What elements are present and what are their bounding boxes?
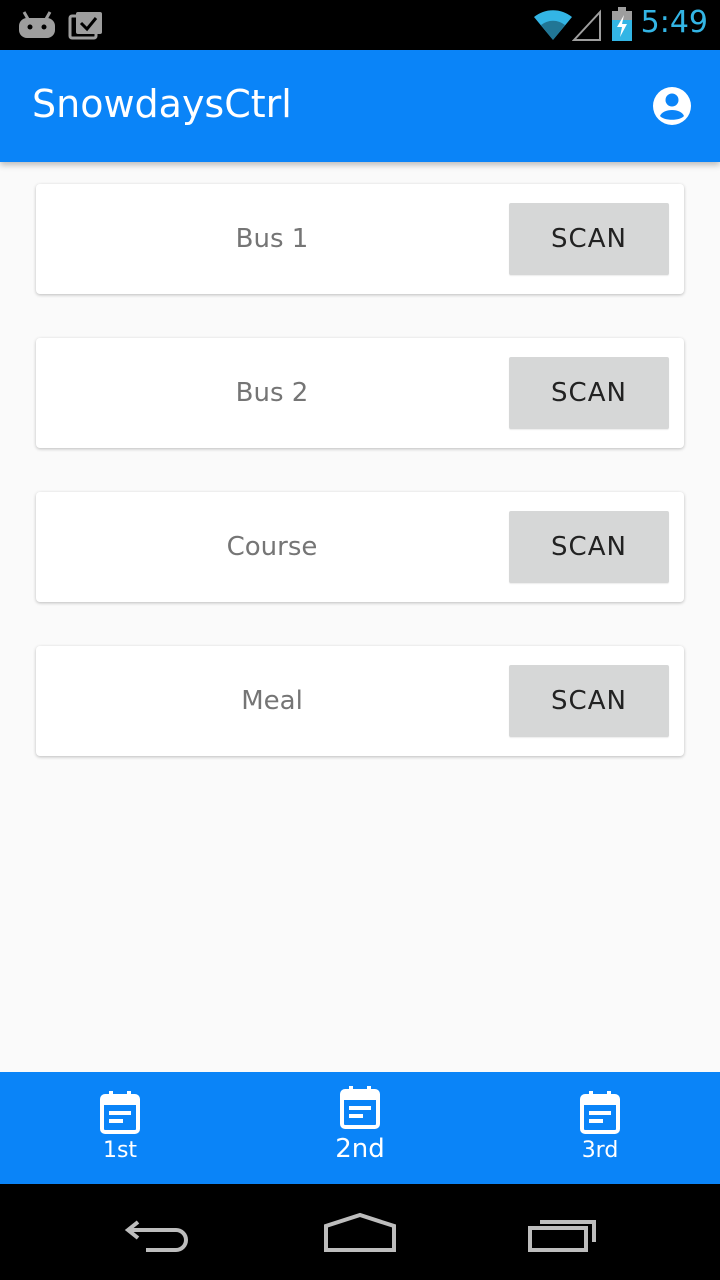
tab-label: 3rd — [581, 1138, 619, 1163]
card-label: Bus 2 — [235, 378, 309, 408]
app-title: SnowdaysCtrl — [32, 82, 292, 126]
event-note-icon — [340, 1086, 380, 1129]
clipboard-check-icon — [68, 12, 102, 40]
tab-3rd[interactable]: 3rd — [480, 1072, 720, 1184]
card-meal: Meal SCAN — [36, 646, 684, 756]
card-label: Course — [226, 532, 318, 562]
tab-label: 1st — [102, 1138, 138, 1163]
tab-label: 2nd — [335, 1134, 385, 1164]
system-navigation-bar — [0, 1184, 720, 1280]
event-note-icon — [100, 1091, 140, 1134]
wifi-icon — [534, 10, 572, 40]
card-label: Bus 1 — [235, 224, 309, 254]
event-note-icon — [580, 1091, 620, 1134]
card-course: Course SCAN — [36, 492, 684, 602]
card-bus-2: Bus 2 SCAN — [36, 338, 684, 448]
card-label: Meal — [241, 686, 303, 716]
tab-1st[interactable]: 1st — [0, 1072, 240, 1184]
signal-icon — [572, 9, 601, 41]
back-icon[interactable] — [124, 1214, 196, 1254]
card-bus-1: Bus 1 SCAN — [36, 184, 684, 294]
home-icon[interactable] — [322, 1212, 398, 1254]
scan-button-course[interactable]: SCAN — [509, 511, 669, 583]
recents-icon[interactable] — [526, 1214, 598, 1254]
account-circle-icon[interactable] — [652, 86, 692, 126]
battery-charging-icon — [612, 7, 632, 41]
status-time: 5:49 — [640, 5, 708, 40]
scan-button-meal[interactable]: SCAN — [509, 665, 669, 737]
status-bar: 5:49 — [0, 0, 720, 50]
scan-button-bus-2[interactable]: SCAN — [509, 357, 669, 429]
bottom-navigation: 1st 2nd 3rd — [0, 1072, 720, 1184]
tab-2nd[interactable]: 2nd — [240, 1072, 480, 1184]
android-debug-icon — [19, 11, 55, 38]
scan-button-bus-1[interactable]: SCAN — [509, 203, 669, 275]
app-bar: SnowdaysCtrl — [0, 50, 720, 162]
